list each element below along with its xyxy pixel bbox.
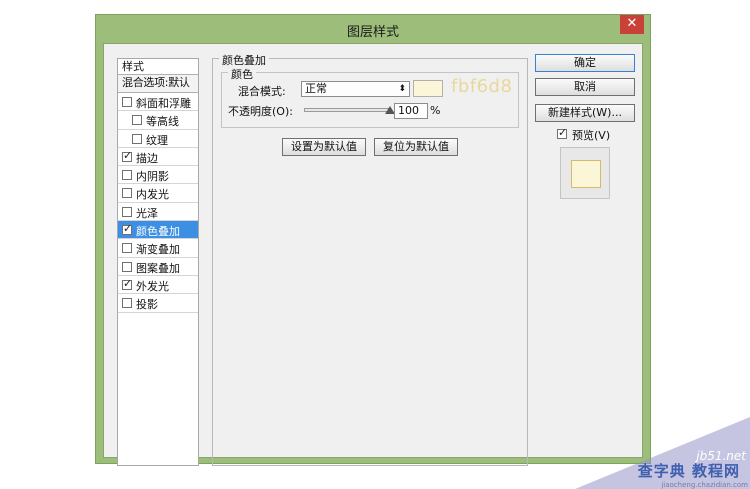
color-swatch[interactable]	[413, 80, 443, 97]
opacity-input[interactable]: 100	[394, 103, 428, 119]
color-hex-label: fbf6d8	[451, 76, 513, 97]
blend-mode-select[interactable]: 正常 ⬍	[301, 81, 410, 97]
close-icon[interactable]: ✕	[620, 15, 644, 34]
style-checkbox[interactable]	[132, 133, 142, 144]
style-item[interactable]: 外发光	[118, 276, 198, 295]
style-checkbox[interactable]	[122, 243, 132, 254]
style-checkbox[interactable]	[122, 298, 132, 309]
style-item-label: 图案叠加	[136, 261, 180, 275]
blend-mode-value: 正常	[305, 82, 327, 95]
style-checkbox[interactable]	[132, 115, 142, 126]
style-item-label: 斜面和浮雕	[136, 97, 191, 110]
opacity-unit: %	[430, 104, 441, 117]
style-item[interactable]: 颜色叠加	[118, 221, 198, 240]
style-item-label: 描边	[136, 151, 158, 165]
opacity-label: 不透明度(O):	[228, 105, 293, 118]
color-group: 颜色 混合模式: 正常 ⬍ fbf6d8 不透明度(O): 100 %	[221, 66, 519, 128]
dialog-content: 样式 混合选项:默认 斜面和浮雕等高线纹理描边内阴影内发光光泽颜色叠加渐变叠加图…	[103, 43, 643, 466]
ok-button[interactable]: 确定	[535, 54, 635, 72]
style-item[interactable]: 等高线	[118, 111, 198, 130]
style-checkbox[interactable]	[122, 97, 132, 107]
style-item[interactable]: 斜面和浮雕	[118, 93, 198, 112]
cancel-button[interactable]: 取消	[535, 78, 635, 96]
style-item[interactable]: 纹理	[118, 130, 198, 148]
reset-default-button[interactable]: 复位为默认值	[374, 138, 458, 156]
new-style-button[interactable]: 新建样式(W)...	[535, 104, 635, 122]
style-item-label: 内阴影	[136, 170, 169, 184]
style-checkbox[interactable]	[122, 188, 132, 199]
updown-arrow-icon: ⬍	[398, 84, 406, 94]
style-item-label: 颜色叠加	[136, 225, 180, 239]
style-item-label: 投影	[136, 298, 158, 312]
style-item-label: 等高线	[146, 115, 179, 129]
watermark: jb51.net 查字典 教程网 jiaocheng.chazidian.com	[575, 417, 750, 489]
preview-label: 预览(V)	[572, 129, 611, 142]
styles-header[interactable]: 样式	[118, 59, 198, 75]
set-default-button[interactable]: 设置为默认值	[282, 138, 366, 156]
style-item-label: 外发光	[136, 279, 169, 293]
preview-thumbnail	[560, 147, 610, 199]
group-title: 颜色	[228, 66, 256, 82]
preview-swatch	[571, 160, 601, 188]
style-item-label: 内发光	[136, 188, 169, 202]
styles-list: 样式 混合选项:默认 斜面和浮雕等高线纹理描边内阴影内发光光泽颜色叠加渐变叠加图…	[117, 58, 199, 466]
style-checkbox[interactable]	[122, 277, 132, 290]
style-item[interactable]: 投影	[118, 294, 198, 313]
layer-style-dialog: 图层样式 ✕ 样式 混合选项:默认 斜面和浮雕等高线纹理描边内阴影内发光光泽颜色…	[95, 14, 651, 466]
style-item[interactable]: 描边	[118, 148, 198, 167]
opacity-slider[interactable]	[304, 108, 390, 112]
style-item-label: 渐变叠加	[136, 243, 180, 257]
blend-mode-label: 混合模式:	[238, 85, 286, 98]
blend-options-item[interactable]: 混合选项:默认	[118, 75, 198, 93]
color-overlay-panel: 颜色叠加 颜色 混合模式: 正常 ⬍ fbf6d8 不透明度(O): 100 %…	[212, 52, 528, 466]
style-item[interactable]: 光泽	[118, 203, 198, 222]
style-item[interactable]: 渐变叠加	[118, 239, 198, 258]
style-item[interactable]: 图案叠加	[118, 258, 198, 276]
watermark-sub: jiaocheng.chazidian.com	[661, 481, 748, 489]
style-checkbox[interactable]	[122, 206, 132, 217]
preview-checkbox[interactable]	[557, 126, 567, 139]
style-item[interactable]: 内发光	[118, 184, 198, 203]
style-checkbox[interactable]	[122, 149, 132, 162]
style-checkbox[interactable]	[122, 261, 132, 272]
title-bar[interactable]: 图层样式 ✕	[96, 15, 650, 43]
style-checkbox[interactable]	[122, 170, 132, 181]
watermark-brand: 查字典 教程网	[637, 462, 740, 480]
style-checkbox[interactable]	[122, 222, 132, 236]
style-item[interactable]: 内阴影	[118, 166, 198, 185]
style-item-label: 光泽	[136, 206, 158, 220]
style-item-label: 纹理	[146, 133, 168, 147]
dialog-title: 图层样式	[346, 25, 399, 40]
